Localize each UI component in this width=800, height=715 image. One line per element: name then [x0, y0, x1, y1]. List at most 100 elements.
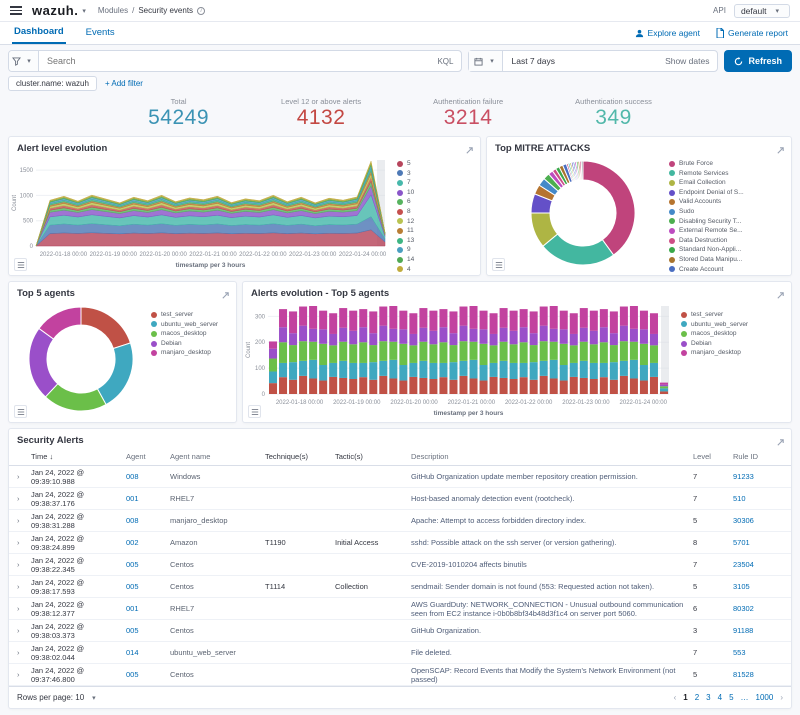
cell-rule-id-link[interactable]: 5701 — [733, 538, 783, 547]
search-input[interactable] — [39, 56, 430, 66]
legend-item[interactable]: 4 — [397, 265, 465, 275]
legend-item[interactable]: Standard Non-Appli... — [669, 245, 777, 255]
expand-icon[interactable] — [776, 142, 785, 160]
legend-item[interactable]: 14 — [397, 255, 465, 265]
page-prev-button[interactable]: ‹ — [674, 693, 677, 702]
cell-rule-id-link[interactable]: 80302 — [733, 604, 783, 613]
legend-item[interactable]: test_server — [151, 310, 227, 320]
legend-item[interactable]: Remote Services — [669, 169, 777, 179]
expand-icon[interactable] — [221, 287, 230, 305]
legend-item[interactable]: 10 — [397, 188, 465, 198]
table-row[interactable]: › Jan 24, 2022 @ 09:37:46.800 005 Centos Ope… — [9, 664, 791, 687]
table-row[interactable]: › Jan 24, 2022 @ 09:38:24.899 002 Amazon T11… — [9, 532, 791, 555]
legend-item[interactable]: Email Collection — [669, 178, 777, 188]
filter-chip[interactable]: cluster.name: wazuh — [8, 76, 97, 91]
legend-item[interactable]: Debian — [681, 339, 777, 349]
expand-icon[interactable] — [776, 287, 785, 305]
menu-icon[interactable] — [10, 6, 22, 15]
legend-item[interactable]: External Remote Se... — [669, 226, 777, 236]
col-agent[interactable]: Agent — [126, 452, 170, 461]
add-filter-button[interactable]: + Add filter — [105, 79, 143, 88]
page-button[interactable]: 1 — [683, 693, 687, 702]
col-level[interactable]: Level — [693, 452, 733, 461]
kql-label[interactable]: KQL — [429, 57, 461, 66]
legend-item[interactable]: macos_desktop — [681, 329, 777, 339]
time-range-value[interactable]: Last 7 days — [503, 56, 657, 66]
tab-events[interactable]: Events — [84, 23, 117, 43]
col-description[interactable]: Description — [411, 452, 693, 461]
legend-item[interactable]: Data Destruction — [669, 236, 777, 246]
tab-dashboard[interactable]: Dashboard — [12, 22, 66, 44]
expand-icon[interactable] — [465, 142, 474, 160]
row-expand-icon[interactable]: › — [17, 582, 31, 591]
row-expand-icon[interactable]: › — [17, 560, 31, 569]
legend-item[interactable]: 9 — [397, 245, 465, 255]
cell-rule-id-link[interactable]: 30306 — [733, 516, 783, 525]
generate-report-button[interactable]: Generate report — [716, 28, 788, 38]
legend-item[interactable]: Stored Data Manipu... — [669, 255, 777, 265]
stat-value[interactable]: 4132 — [281, 106, 361, 130]
legend-item[interactable]: macos_desktop — [151, 329, 227, 339]
show-dates-button[interactable]: Show dates — [657, 56, 717, 66]
cell-agent-link[interactable]: 002 — [126, 538, 170, 547]
cell-agent-link[interactable]: 001 — [126, 494, 170, 503]
page-button[interactable]: 5 — [729, 693, 733, 702]
legend-item[interactable]: manjaro_desktop — [681, 348, 777, 358]
legend-item[interactable]: 11 — [397, 226, 465, 236]
cell-rule-id-link[interactable]: 553 — [733, 648, 783, 657]
legend-item[interactable]: ubuntu_web_server — [151, 320, 227, 330]
table-row[interactable]: › Jan 24, 2022 @ 09:38:31.288 008 manjaro_d… — [9, 510, 791, 533]
legend-item[interactable]: manjaro_desktop — [151, 348, 227, 358]
legend-item[interactable]: Endpoint Denial of S... — [669, 188, 777, 198]
table-row[interactable]: › Jan 24, 2022 @ 09:38:37.176 001 RHEL7 Host… — [9, 488, 791, 511]
row-expand-icon[interactable]: › — [17, 516, 31, 525]
legend-item[interactable]: 13 — [397, 236, 465, 246]
cell-agent-link[interactable]: 005 — [126, 670, 170, 679]
cell-agent-link[interactable]: 014 — [126, 648, 170, 657]
legend-item[interactable]: 7 — [397, 178, 465, 188]
cell-agent-link[interactable]: 005 — [126, 582, 170, 591]
row-expand-icon[interactable]: › — [17, 494, 31, 503]
col-tactic[interactable]: Tactic(s) — [335, 452, 411, 461]
row-expand-icon[interactable]: › — [17, 472, 31, 481]
chevron-down-icon[interactable]: ▾ — [82, 7, 86, 15]
legend-item[interactable]: Brute Force — [669, 159, 777, 169]
expand-icon[interactable] — [776, 434, 785, 452]
stat-value[interactable]: 3214 — [433, 106, 503, 130]
legend-item[interactable]: 8 — [397, 207, 465, 217]
cell-agent-link[interactable]: 005 — [126, 560, 170, 569]
alert-level-evolution-chart[interactable]: 0 500 1000 1500 2022-01-18 00:00 2022-01-19 0… — [9, 155, 397, 270]
legend-item[interactable]: 3 — [397, 169, 465, 179]
page-button[interactable]: … — [741, 693, 749, 702]
page-next-button[interactable]: › — [780, 693, 783, 702]
col-rule-id[interactable]: Rule ID — [733, 452, 783, 461]
legend-item[interactable]: 6 — [397, 197, 465, 207]
legend-item[interactable]: Sudo — [669, 207, 777, 217]
cell-rule-id-link[interactable]: 23504 — [733, 560, 783, 569]
page-button[interactable]: 4 — [718, 693, 722, 702]
cell-rule-id-link[interactable]: 91188 — [733, 626, 783, 635]
api-select[interactable]: default ▾ — [733, 3, 790, 18]
info-icon[interactable]: i — [197, 6, 206, 15]
col-time[interactable]: Time ↓ — [31, 452, 126, 461]
col-agent-name[interactable]: Agent name — [170, 452, 265, 461]
stat-value[interactable]: 349 — [575, 106, 652, 130]
legend-toggle-icon[interactable] — [248, 405, 261, 418]
legend-item[interactable]: test_server — [681, 310, 777, 320]
page-button[interactable]: 2 — [695, 693, 699, 702]
legend-item[interactable]: 12 — [397, 217, 465, 227]
legend-toggle-icon[interactable] — [492, 258, 505, 271]
top5-agents-donut-chart[interactable] — [9, 300, 151, 418]
alerts-evolution-chart[interactable]: 0 100 200 300 2022-01-18 00:00 2022-01-19 00:… — [243, 300, 681, 418]
legend-item[interactable]: Disabling Security T... — [669, 217, 777, 227]
table-row[interactable]: › Jan 24, 2022 @ 09:38:22.345 005 Centos CVE… — [9, 554, 791, 577]
cell-rule-id-link[interactable]: 3105 — [733, 582, 783, 591]
row-expand-icon[interactable]: › — [17, 538, 31, 547]
row-expand-icon[interactable]: › — [17, 604, 31, 613]
legend-item[interactable]: Debian — [151, 339, 227, 349]
cell-agent-link[interactable]: 008 — [126, 516, 170, 525]
cell-agent-link[interactable]: 005 — [126, 626, 170, 635]
rows-per-page-select[interactable]: Rows per page: 10 ▾ — [17, 693, 100, 702]
legend-toggle-icon[interactable] — [14, 405, 27, 418]
cell-agent-link[interactable]: 008 — [126, 472, 170, 481]
